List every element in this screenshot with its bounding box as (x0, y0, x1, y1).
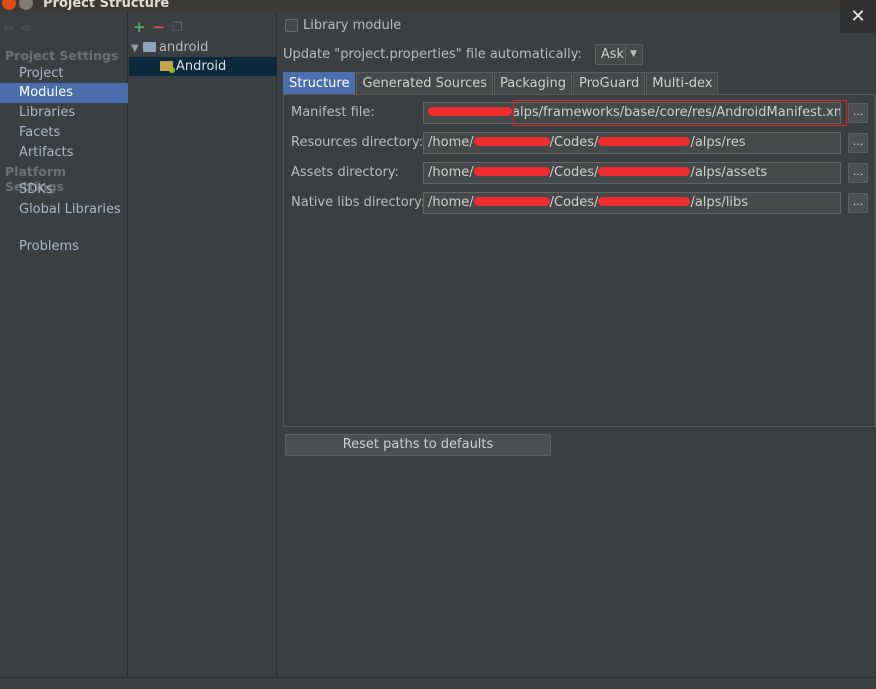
settings-tabs: Structure Generated Sources Packaging Pr… (283, 72, 719, 94)
forward-arrow-icon[interactable]: ⇨ (21, 21, 31, 35)
window-minimize-icon[interactable] (19, 0, 33, 10)
sidebar-item-artifacts[interactable]: Artifacts (0, 143, 128, 163)
status-bar (0, 677, 876, 689)
path-middle: /Codes/ (549, 135, 599, 150)
back-arrow-icon[interactable]: ⇦ (3, 21, 13, 35)
browse-button[interactable]: ... (848, 133, 868, 153)
manifest-path-text: alps/frameworks/base/core/res/AndroidMan… (512, 105, 841, 120)
reset-paths-button[interactable]: Reset paths to defaults (285, 434, 551, 456)
module-folder-icon (143, 42, 156, 52)
resources-directory-input[interactable]: /home/ /Codes/ /alps/res (423, 132, 841, 154)
assets-directory-label: Assets directory: (291, 165, 400, 180)
settings-sidebar: ⇦ ⇨ Project Settings Project Modules Lib… (0, 12, 128, 677)
resources-directory-row: Resources directory: /home/ /Codes/ /alps/… (284, 132, 876, 154)
nav-arrows: ⇦ ⇨ (3, 21, 31, 35)
tree-node-label: android (159, 40, 209, 55)
path-middle: /Codes/ (549, 195, 599, 210)
tree-toolbar: + − ❐ (133, 18, 183, 36)
copy-icon[interactable]: ❐ (172, 18, 183, 36)
path-prefix: /home/ (428, 135, 474, 150)
update-properties-row: Update "project.properties" file automat… (283, 44, 643, 65)
remove-icon[interactable]: − (153, 18, 166, 36)
resources-directory-label: Resources directory: (291, 135, 424, 150)
expand-caret-icon[interactable]: ▼ (131, 39, 143, 58)
tab-structure[interactable]: Structure (283, 72, 356, 94)
library-module-checkbox[interactable] (285, 19, 298, 32)
sidebar-item-sdks[interactable]: SDKs (0, 180, 128, 200)
tab-packaging[interactable]: Packaging (494, 72, 573, 94)
chevron-down-icon: ▼ (624, 45, 637, 64)
redacted-mark (473, 197, 550, 206)
library-module-label: Library module (303, 18, 402, 33)
browse-button[interactable]: ... (848, 193, 868, 213)
native-libs-directory-input[interactable]: /home/ /Codes/ /alps/libs (423, 192, 841, 214)
manifest-file-row: Manifest file: alps/frameworks/base/core… (284, 100, 876, 126)
tree-node-android-root[interactable]: ▼ android (129, 38, 277, 57)
assets-directory-input[interactable]: /home/ /Codes/ /alps/assets (423, 162, 841, 184)
manifest-file-input[interactable]: alps/frameworks/base/core/res/AndroidMan… (423, 102, 841, 124)
manifest-file-label: Manifest file: (291, 105, 375, 120)
window-title: Project Structure (43, 0, 170, 11)
window-close-icon[interactable] (2, 0, 16, 10)
sidebar-item-problems[interactable]: Problems (0, 237, 128, 257)
redacted-mark (598, 137, 691, 146)
sidebar-item-modules[interactable]: Modules (0, 83, 128, 103)
android-facet-icon (160, 61, 175, 73)
assets-directory-row: Assets directory: /home/ /Codes/ /alps/ass… (284, 162, 876, 184)
redacted-mark (473, 137, 550, 146)
path-suffix: /alps/assets (690, 165, 768, 180)
update-mode-select[interactable]: Ask ▼ (594, 44, 643, 65)
browse-button[interactable]: ... (848, 163, 868, 183)
add-icon[interactable]: + (133, 18, 146, 36)
library-module-row[interactable]: Library module (285, 18, 401, 33)
tree-node-android-facet[interactable]: Android (129, 57, 277, 76)
redacted-mark (473, 167, 550, 176)
tab-multi-dex[interactable]: Multi-dex (646, 72, 719, 94)
native-libs-directory-label: Native libs directory: (291, 195, 426, 210)
module-tree-panel: + − ❐ ▼ android Android (129, 12, 277, 677)
path-prefix: /home/ (428, 195, 474, 210)
sidebar-item-project[interactable]: Project (0, 64, 128, 84)
update-properties-label: Update "project.properties" file automat… (283, 47, 582, 62)
path-suffix: /alps/libs (690, 195, 749, 210)
update-mode-value: Ask (600, 47, 625, 62)
path-prefix: /home/ (428, 165, 474, 180)
tab-proguard[interactable]: ProGuard (573, 72, 646, 94)
sidebar-item-libraries[interactable]: Libraries (0, 103, 128, 123)
facet-settings-panel: Library module Update "project.propertie… (278, 12, 876, 677)
sidebar-item-facets[interactable]: Facets (0, 123, 128, 143)
structure-tab-panel: Manifest file: alps/frameworks/base/core… (283, 94, 876, 427)
redacted-mark (428, 107, 512, 116)
tab-generated-sources[interactable]: Generated Sources (356, 72, 494, 94)
sidebar-item-global-libraries[interactable]: Global Libraries (0, 200, 128, 220)
title-bar: Project Structure (0, 0, 876, 12)
native-libs-directory-row: Native libs directory: /home/ /Codes/ /alp… (284, 192, 876, 214)
path-middle: /Codes/ (549, 165, 599, 180)
tree-node-label: Android (176, 59, 227, 74)
redacted-mark (598, 197, 691, 206)
project-settings-header: Project Settings (5, 48, 119, 63)
browse-button[interactable]: ... (848, 103, 868, 123)
path-suffix: /alps/res (690, 135, 746, 150)
redacted-mark (598, 167, 691, 176)
